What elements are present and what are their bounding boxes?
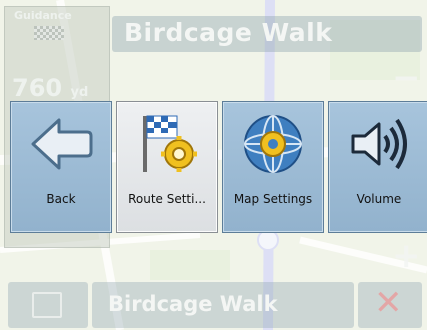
map-settings-button-label: Map Settings (233, 192, 313, 206)
navigation-screen: Guidance 760 yd Birdcage Walk − + Back R… (0, 0, 427, 330)
back-button-label: Back (46, 192, 76, 206)
zoom-out-button[interactable]: − (392, 58, 421, 98)
current-street-name: Birdcage Walk (124, 18, 333, 47)
quick-menu-bar: Back Route Setti... Map Settings Volume (0, 98, 427, 238)
route-settings-button[interactable]: Route Setti... (116, 101, 218, 233)
volume-icon (351, 118, 407, 170)
route-settings-button-label: Route Setti... (128, 192, 206, 206)
cancel-x-icon: ✕ (374, 283, 403, 323)
map-settings-icon (244, 115, 302, 173)
next-street-name: Birdcage Walk (108, 292, 278, 316)
route-settings-icon (143, 115, 197, 172)
guidance-label: Guidance (14, 9, 72, 22)
back-arrow-icon (31, 118, 93, 170)
map-settings-button[interactable]: Map Settings (222, 101, 324, 233)
volume-button-label: Volume (356, 192, 402, 206)
finish-flag-icon (34, 26, 64, 40)
zoom-in-button[interactable]: + (392, 236, 421, 276)
volume-button[interactable]: Volume (328, 101, 427, 233)
keyboard-icon (32, 292, 62, 318)
back-button[interactable]: Back (10, 101, 112, 233)
